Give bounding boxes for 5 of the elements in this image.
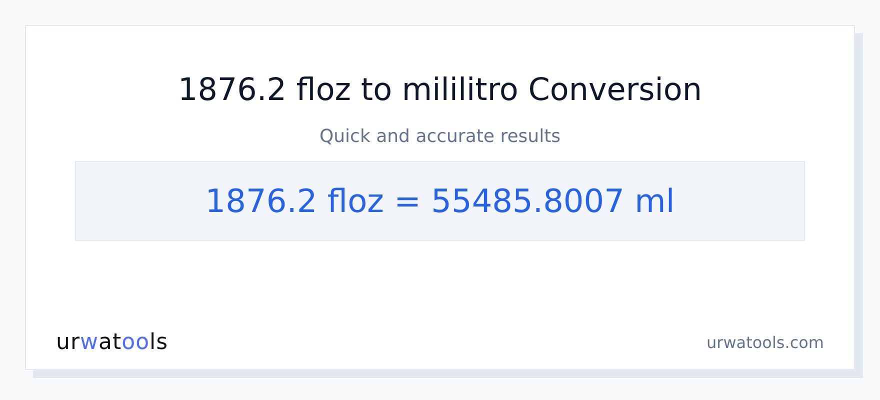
site-url: urwatools.com (706, 333, 824, 352)
logo: urwatools (56, 330, 168, 355)
subtitle: Quick and accurate results (319, 126, 561, 147)
result-panel: 1876.2 floz = 55485.8007 ml (75, 161, 805, 241)
page-title: 1876.2 floz to mililitro Conversion (178, 71, 702, 110)
